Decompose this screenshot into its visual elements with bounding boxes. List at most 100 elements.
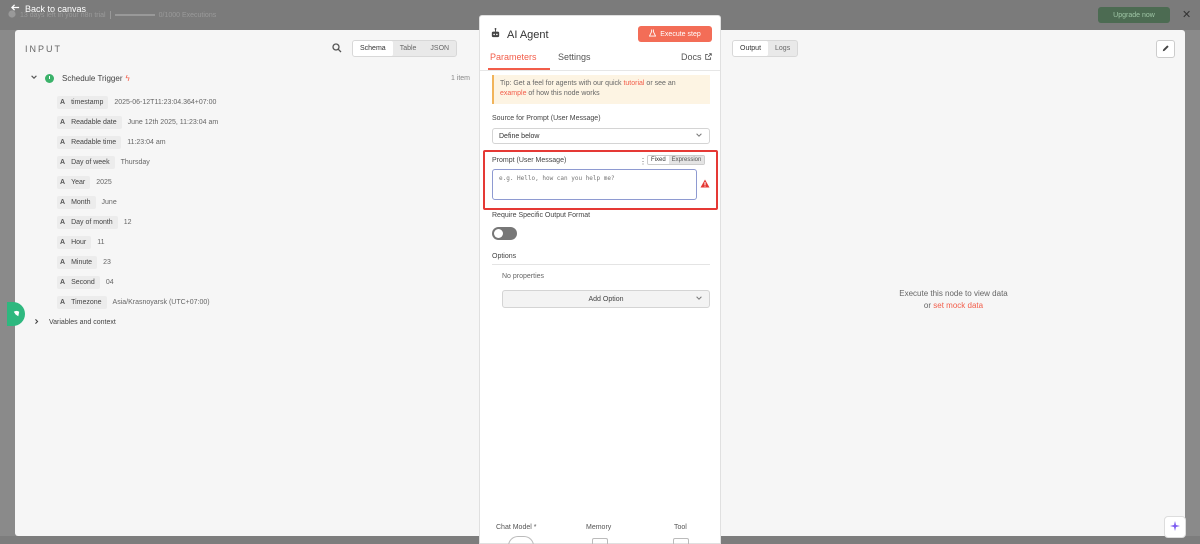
node-header: AI Agent Execute step Parameters Setting… [480,16,720,72]
search-icon[interactable] [332,43,342,55]
string-type-icon: A [60,278,66,286]
schema-field[interactable]: Atimestamp 2025-06-12T11:23:04.364+07:00 [57,92,218,112]
field-name: Minute [71,258,93,266]
field-tag[interactable]: A Day of week [57,155,115,169]
field-tag[interactable]: A Year [57,175,91,189]
field-tag[interactable]: A Day of month [57,215,118,229]
upgrade-button[interactable]: Upgrade now [1098,7,1170,23]
sparkle-icon [1169,520,1181,534]
field-value: June 12th 2025, 11:23:04 am [127,118,219,126]
field-name: Year [71,178,86,186]
tab-settings[interactable]: Settings [558,52,591,62]
field-value: 2025-06-12T11:23:04.364+07:00 [114,98,217,106]
source-label: Source for Prompt (User Message) [492,115,601,122]
flask-icon [648,29,657,39]
field-value: 04 [105,278,114,286]
input-panel: INPUT Schema Table JSON Schedule Trigger… [15,30,480,536]
schema-field[interactable]: A Month June [57,192,218,212]
field-name: Day of month [71,218,113,226]
output-format-toggle[interactable] [492,227,517,240]
field-value: 11:23:04 am [127,138,166,146]
string-type-icon: A [60,98,66,106]
schema-field[interactable]: A Second 04 [57,272,218,292]
chevron-down-icon [695,294,703,304]
tab-schema[interactable]: Schema [353,41,393,56]
chat-model-connector[interactable] [508,536,534,544]
trigger-name: Schedule Trigger [62,73,123,83]
options-label: Options [492,253,517,260]
clock-icon [45,73,54,83]
tip-middle: or see an [644,80,676,87]
field-value: Asia/Krasnoyarsk (UTC+07:00) [112,298,210,306]
field-tag[interactable]: A Readable date [57,115,122,129]
field-value: June [101,198,117,206]
schema-fields: Atimestamp 2025-06-12T11:23:04.364+07:00 … [57,92,218,312]
input-view-switch: Schema Table JSON [352,40,458,57]
source-select[interactable]: Define below [492,128,710,144]
string-type-icon: A [60,218,66,226]
field-tag[interactable]: A Readable time [57,135,122,149]
field-value: 11 [97,238,105,246]
schema-field[interactable]: A Readable time 11:23:04 am [57,132,218,152]
field-name: Readable date [71,118,117,126]
schema-field[interactable]: A Minute 23 [57,252,218,272]
tip-prefix: Tip: Get a feel for agents with our quic… [500,80,624,87]
set-mock-data-link[interactable]: set mock data [933,301,983,310]
executions-count: 0/1000 Executions [158,11,217,19]
field-name: timestamp [71,98,104,106]
schema-field[interactable]: A Year 2025 [57,172,218,192]
field-tag[interactable]: A Second [57,275,100,289]
output-empty-prefix: or [923,301,934,310]
add-option-label: Add Option [588,295,624,303]
docs-label: Docs [681,52,702,62]
field-tag[interactable]: Atimestamp [57,95,109,109]
no-properties-text: No properties [502,273,545,280]
ai-assistant-button[interactable] [1164,516,1186,538]
tutorial-link[interactable]: tutorial [623,80,644,87]
close-icon[interactable]: ✕ [1182,8,1191,21]
schema-field[interactable]: A Hour 11 [57,232,218,252]
tab-parameters[interactable]: Parameters [490,52,537,62]
field-tag[interactable]: A Minute [57,255,98,269]
execute-step-label: Execute step [660,30,701,38]
tab-table[interactable]: Table [393,41,424,56]
tab-output[interactable]: Output [733,41,769,56]
string-type-icon: A [60,198,66,206]
lightning-icon: ϟ [125,73,130,83]
memory-connector[interactable] [592,538,608,544]
string-type-icon: A [60,298,66,306]
add-option-button[interactable]: Add Option [502,290,710,308]
tab-json[interactable]: JSON [423,41,456,56]
pencil-icon [1161,44,1170,55]
example-link[interactable]: example [500,90,526,97]
source-value: Define below [499,132,540,140]
schema-field[interactable]: A Day of month 12 [57,212,218,232]
field-tag[interactable]: A Month [57,195,96,209]
variables-context-row[interactable]: Variables and context [33,318,116,327]
schema-field[interactable]: A Timezone Asia/Krasnoyarsk (UTC+07:00) [57,292,218,312]
tab-logs[interactable]: Logs [768,41,797,56]
chevron-down-icon [30,73,42,83]
schedule-trigger-row[interactable]: Schedule Trigger ϟ 1 item [30,72,470,84]
field-value: 12 [123,218,132,226]
chevron-right-icon [33,318,40,327]
docs-link[interactable]: Docs [681,52,712,62]
schema-field[interactable]: A Readable date June 12th 2025, 11:23:04 a… [57,112,218,132]
field-name: Hour [71,238,87,246]
output-format-label: Require Specific Output Format [492,212,591,219]
node-title[interactable]: AI Agent [507,29,549,41]
schema-field[interactable]: A Day of week Thursday [57,152,218,172]
external-link-icon [704,52,712,62]
input-title: INPUT [25,44,62,54]
output-empty-line2: or set mock data [855,300,1052,312]
tabs-divider [480,70,720,71]
edit-output-button[interactable] [1156,40,1175,58]
field-tag[interactable]: A Timezone [57,295,107,309]
string-type-icon: A [60,238,66,246]
field-tag[interactable]: A Hour [57,235,92,249]
field-value: 23 [103,258,111,266]
string-type-icon: A [60,258,66,266]
tool-connector[interactable] [673,538,689,544]
string-type-icon: A [60,118,66,126]
execute-step-button[interactable]: Execute step [638,26,712,42]
